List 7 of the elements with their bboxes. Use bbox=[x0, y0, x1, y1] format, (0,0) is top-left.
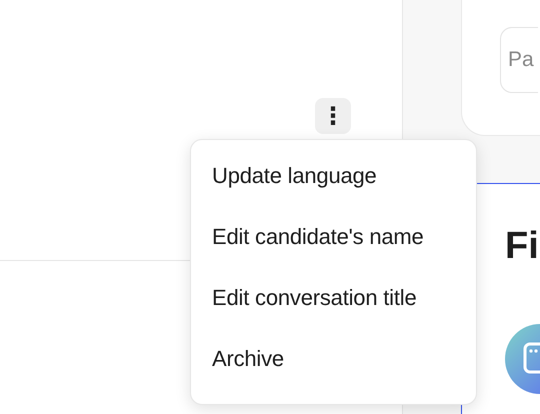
menu-item[interactable]: Archive bbox=[191, 335, 476, 396]
menu-item[interactable]: Edit conversation title bbox=[191, 274, 476, 335]
section-title: Fi bbox=[505, 224, 540, 268]
menu-item[interactable]: Edit candidate's name bbox=[191, 213, 476, 274]
more-options-button[interactable]: ⋮ bbox=[315, 98, 351, 134]
menu-item[interactable]: Update language bbox=[191, 152, 476, 213]
input-field[interactable]: Pa bbox=[500, 27, 538, 93]
